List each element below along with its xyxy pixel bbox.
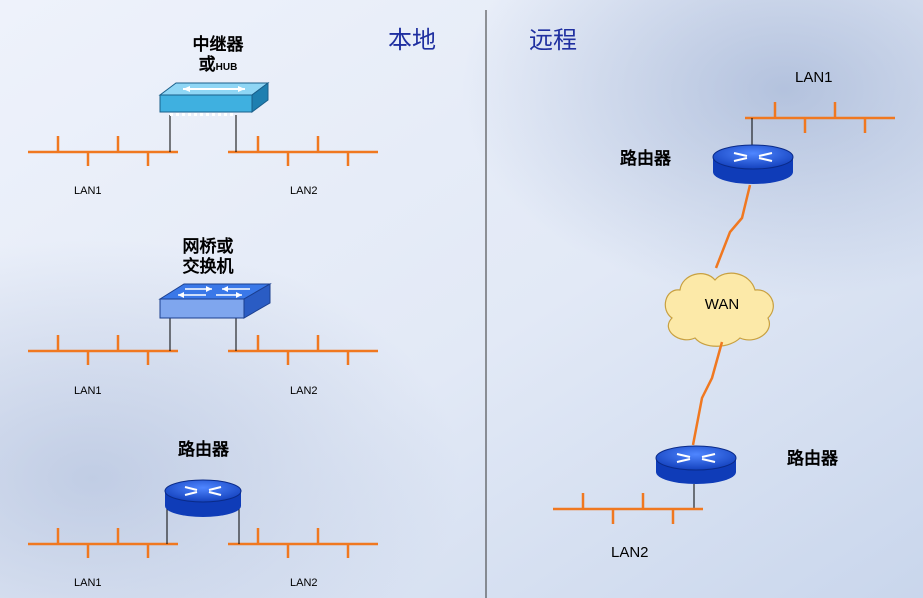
background-shade-bottom-left	[0, 0, 923, 598]
remote-heading: 远程	[529, 26, 577, 54]
remote-lan1-label: LAN1	[795, 69, 833, 86]
bridge-device-label: 网桥或 交换机	[168, 237, 248, 277]
remote-lan2-label: LAN2	[611, 544, 649, 561]
bridge-lan1-label: LAN1	[74, 385, 102, 397]
wan-label: WAN	[705, 296, 739, 313]
remote-router-top-label: 路由器	[620, 149, 671, 169]
hub-lan1-label: LAN1	[74, 185, 102, 197]
bridge-lan2-label: LAN2	[290, 385, 318, 397]
hub-label-line2-prefix: 或	[198, 55, 216, 75]
router-lan2-label: LAN2	[290, 577, 318, 589]
hub-label-line1: 中继器	[192, 35, 244, 55]
hub-device-label: 中继器 或HUB	[178, 35, 258, 78]
local-router-icon	[164, 479, 242, 517]
hub-device-icon	[158, 82, 270, 116]
hub-label-line2: 或HUB	[178, 55, 258, 78]
local-heading: 本地	[388, 26, 436, 54]
router-lan1-label: LAN1	[74, 577, 102, 589]
diagram-canvas: WAN	[0, 0, 923, 598]
hub-lan2-label: LAN2	[290, 185, 318, 197]
local-router-label: 路由器	[178, 440, 229, 460]
hub-label-line2-suffix: HUB	[215, 62, 238, 73]
remote-router-top-icon	[712, 144, 794, 184]
bridge-label-line2: 交换机	[182, 257, 234, 277]
switch-device-icon	[158, 283, 272, 319]
remote-router-bottom-label: 路由器	[787, 449, 838, 469]
bridge-label-line1: 网桥或	[182, 237, 234, 257]
remote-router-bottom-icon	[655, 445, 737, 484]
